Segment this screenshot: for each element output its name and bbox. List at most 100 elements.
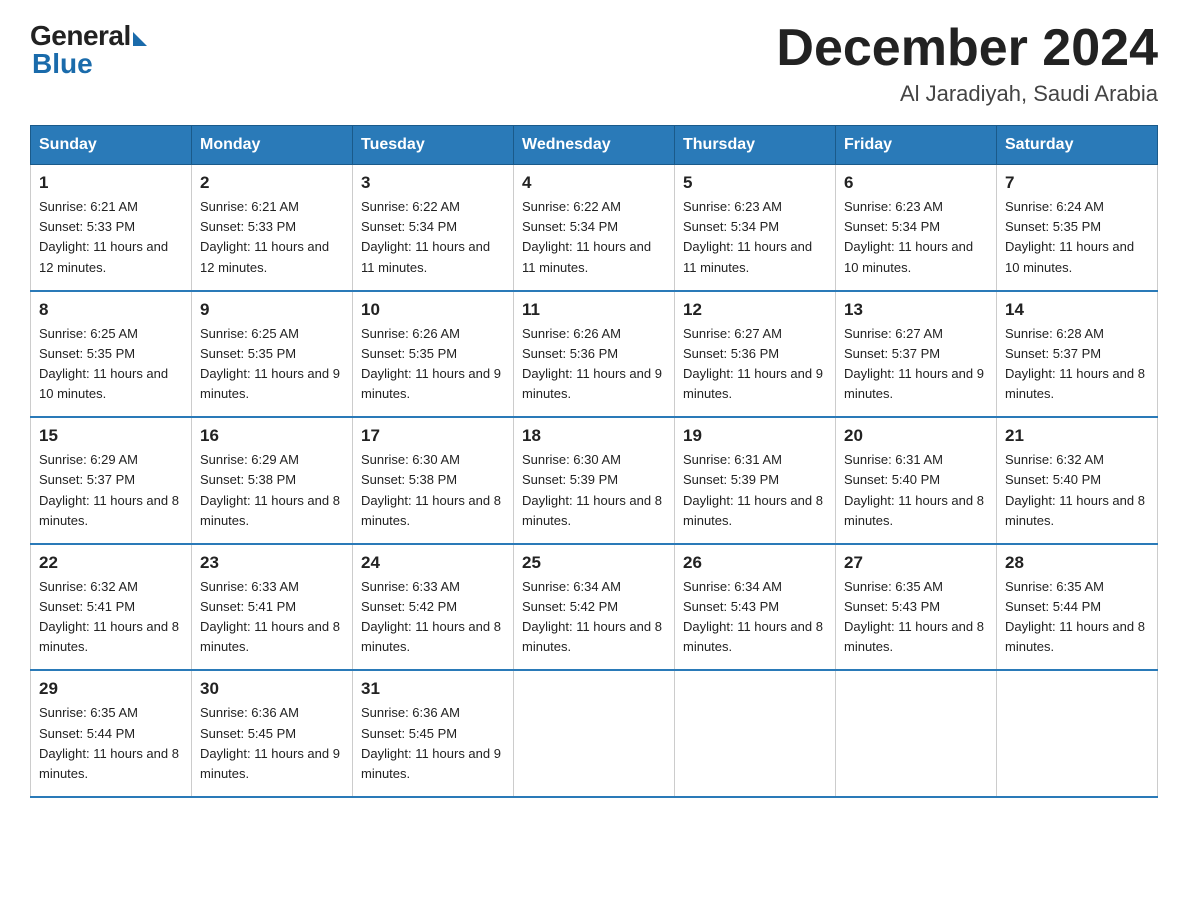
day-info: Sunrise: 6:22 AMSunset: 5:34 PMDaylight:… — [361, 197, 505, 278]
calendar-week-row: 8 Sunrise: 6:25 AMSunset: 5:35 PMDayligh… — [31, 291, 1158, 418]
calendar-cell: 23 Sunrise: 6:33 AMSunset: 5:41 PMDaylig… — [192, 544, 353, 671]
calendar-cell: 5 Sunrise: 6:23 AMSunset: 5:34 PMDayligh… — [675, 165, 836, 291]
calendar-cell: 24 Sunrise: 6:33 AMSunset: 5:42 PMDaylig… — [353, 544, 514, 671]
day-info: Sunrise: 6:30 AMSunset: 5:39 PMDaylight:… — [522, 450, 666, 531]
day-number: 4 — [522, 173, 666, 193]
day-number: 27 — [844, 553, 988, 573]
day-info: Sunrise: 6:23 AMSunset: 5:34 PMDaylight:… — [683, 197, 827, 278]
day-info: Sunrise: 6:29 AMSunset: 5:38 PMDaylight:… — [200, 450, 344, 531]
day-number: 8 — [39, 300, 183, 320]
calendar-header-friday: Friday — [836, 126, 997, 165]
day-number: 1 — [39, 173, 183, 193]
day-number: 29 — [39, 679, 183, 699]
day-number: 20 — [844, 426, 988, 446]
calendar-cell: 11 Sunrise: 6:26 AMSunset: 5:36 PMDaylig… — [514, 291, 675, 418]
day-number: 10 — [361, 300, 505, 320]
day-number: 13 — [844, 300, 988, 320]
calendar-cell: 25 Sunrise: 6:34 AMSunset: 5:42 PMDaylig… — [514, 544, 675, 671]
day-info: Sunrise: 6:31 AMSunset: 5:40 PMDaylight:… — [844, 450, 988, 531]
day-info: Sunrise: 6:22 AMSunset: 5:34 PMDaylight:… — [522, 197, 666, 278]
day-number: 26 — [683, 553, 827, 573]
calendar-week-row: 29 Sunrise: 6:35 AMSunset: 5:44 PMDaylig… — [31, 670, 1158, 797]
day-info: Sunrise: 6:36 AMSunset: 5:45 PMDaylight:… — [361, 703, 505, 784]
calendar-cell: 19 Sunrise: 6:31 AMSunset: 5:39 PMDaylig… — [675, 417, 836, 544]
day-info: Sunrise: 6:24 AMSunset: 5:35 PMDaylight:… — [1005, 197, 1149, 278]
calendar-cell: 6 Sunrise: 6:23 AMSunset: 5:34 PMDayligh… — [836, 165, 997, 291]
calendar-cell — [836, 670, 997, 797]
logo-triangle-icon — [133, 32, 147, 46]
calendar-cell: 2 Sunrise: 6:21 AMSunset: 5:33 PMDayligh… — [192, 165, 353, 291]
calendar-cell: 31 Sunrise: 6:36 AMSunset: 5:45 PMDaylig… — [353, 670, 514, 797]
day-info: Sunrise: 6:35 AMSunset: 5:44 PMDaylight:… — [39, 703, 183, 784]
day-number: 23 — [200, 553, 344, 573]
day-info: Sunrise: 6:35 AMSunset: 5:43 PMDaylight:… — [844, 577, 988, 658]
day-info: Sunrise: 6:33 AMSunset: 5:42 PMDaylight:… — [361, 577, 505, 658]
calendar-header-thursday: Thursday — [675, 126, 836, 165]
calendar-week-row: 15 Sunrise: 6:29 AMSunset: 5:37 PMDaylig… — [31, 417, 1158, 544]
title-area: December 2024 Al Jaradiyah, Saudi Arabia — [776, 20, 1158, 107]
calendar-cell: 15 Sunrise: 6:29 AMSunset: 5:37 PMDaylig… — [31, 417, 192, 544]
month-title: December 2024 — [776, 20, 1158, 77]
calendar-cell: 22 Sunrise: 6:32 AMSunset: 5:41 PMDaylig… — [31, 544, 192, 671]
calendar-week-row: 1 Sunrise: 6:21 AMSunset: 5:33 PMDayligh… — [31, 165, 1158, 291]
day-info: Sunrise: 6:29 AMSunset: 5:37 PMDaylight:… — [39, 450, 183, 531]
day-info: Sunrise: 6:36 AMSunset: 5:45 PMDaylight:… — [200, 703, 344, 784]
calendar-cell — [997, 670, 1158, 797]
calendar-cell: 20 Sunrise: 6:31 AMSunset: 5:40 PMDaylig… — [836, 417, 997, 544]
calendar-cell: 28 Sunrise: 6:35 AMSunset: 5:44 PMDaylig… — [997, 544, 1158, 671]
day-number: 22 — [39, 553, 183, 573]
day-number: 24 — [361, 553, 505, 573]
day-info: Sunrise: 6:21 AMSunset: 5:33 PMDaylight:… — [39, 197, 183, 278]
calendar-cell: 29 Sunrise: 6:35 AMSunset: 5:44 PMDaylig… — [31, 670, 192, 797]
calendar-cell: 1 Sunrise: 6:21 AMSunset: 5:33 PMDayligh… — [31, 165, 192, 291]
calendar-cell: 4 Sunrise: 6:22 AMSunset: 5:34 PMDayligh… — [514, 165, 675, 291]
day-info: Sunrise: 6:27 AMSunset: 5:36 PMDaylight:… — [683, 324, 827, 405]
day-info: Sunrise: 6:25 AMSunset: 5:35 PMDaylight:… — [200, 324, 344, 405]
day-number: 17 — [361, 426, 505, 446]
day-info: Sunrise: 6:28 AMSunset: 5:37 PMDaylight:… — [1005, 324, 1149, 405]
day-info: Sunrise: 6:25 AMSunset: 5:35 PMDaylight:… — [39, 324, 183, 405]
day-number: 18 — [522, 426, 666, 446]
calendar-header-monday: Monday — [192, 126, 353, 165]
day-info: Sunrise: 6:30 AMSunset: 5:38 PMDaylight:… — [361, 450, 505, 531]
day-number: 2 — [200, 173, 344, 193]
day-info: Sunrise: 6:26 AMSunset: 5:35 PMDaylight:… — [361, 324, 505, 405]
calendar-cell: 9 Sunrise: 6:25 AMSunset: 5:35 PMDayligh… — [192, 291, 353, 418]
day-number: 9 — [200, 300, 344, 320]
calendar-cell: 30 Sunrise: 6:36 AMSunset: 5:45 PMDaylig… — [192, 670, 353, 797]
calendar-cell: 16 Sunrise: 6:29 AMSunset: 5:38 PMDaylig… — [192, 417, 353, 544]
day-number: 14 — [1005, 300, 1149, 320]
day-number: 6 — [844, 173, 988, 193]
calendar-header-row: SundayMondayTuesdayWednesdayThursdayFrid… — [31, 126, 1158, 165]
calendar-cell — [514, 670, 675, 797]
calendar-cell: 13 Sunrise: 6:27 AMSunset: 5:37 PMDaylig… — [836, 291, 997, 418]
day-info: Sunrise: 6:33 AMSunset: 5:41 PMDaylight:… — [200, 577, 344, 658]
calendar-cell: 10 Sunrise: 6:26 AMSunset: 5:35 PMDaylig… — [353, 291, 514, 418]
day-number: 19 — [683, 426, 827, 446]
day-info: Sunrise: 6:32 AMSunset: 5:40 PMDaylight:… — [1005, 450, 1149, 531]
calendar-header-wednesday: Wednesday — [514, 126, 675, 165]
day-info: Sunrise: 6:32 AMSunset: 5:41 PMDaylight:… — [39, 577, 183, 658]
day-info: Sunrise: 6:21 AMSunset: 5:33 PMDaylight:… — [200, 197, 344, 278]
day-number: 11 — [522, 300, 666, 320]
day-number: 5 — [683, 173, 827, 193]
day-number: 25 — [522, 553, 666, 573]
day-info: Sunrise: 6:26 AMSunset: 5:36 PMDaylight:… — [522, 324, 666, 405]
calendar-cell — [675, 670, 836, 797]
day-number: 12 — [683, 300, 827, 320]
day-number: 15 — [39, 426, 183, 446]
day-info: Sunrise: 6:31 AMSunset: 5:39 PMDaylight:… — [683, 450, 827, 531]
day-info: Sunrise: 6:23 AMSunset: 5:34 PMDaylight:… — [844, 197, 988, 278]
calendar-cell: 18 Sunrise: 6:30 AMSunset: 5:39 PMDaylig… — [514, 417, 675, 544]
day-number: 31 — [361, 679, 505, 699]
calendar-table: SundayMondayTuesdayWednesdayThursdayFrid… — [30, 125, 1158, 798]
day-number: 21 — [1005, 426, 1149, 446]
calendar-header-tuesday: Tuesday — [353, 126, 514, 165]
page-header: General Blue December 2024 Al Jaradiyah,… — [30, 20, 1158, 107]
calendar-cell: 14 Sunrise: 6:28 AMSunset: 5:37 PMDaylig… — [997, 291, 1158, 418]
logo: General Blue — [30, 20, 147, 80]
location-text: Al Jaradiyah, Saudi Arabia — [776, 81, 1158, 107]
calendar-cell: 26 Sunrise: 6:34 AMSunset: 5:43 PMDaylig… — [675, 544, 836, 671]
day-number: 28 — [1005, 553, 1149, 573]
calendar-cell: 7 Sunrise: 6:24 AMSunset: 5:35 PMDayligh… — [997, 165, 1158, 291]
